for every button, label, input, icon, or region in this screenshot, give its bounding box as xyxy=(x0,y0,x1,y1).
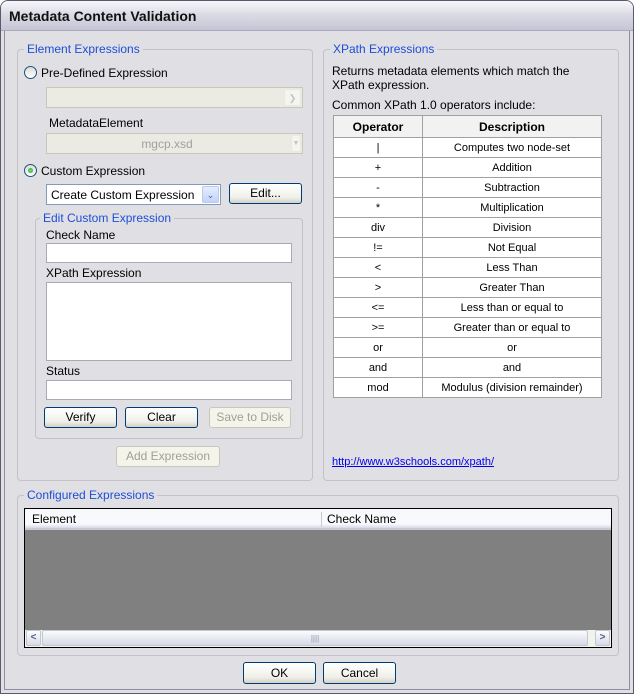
operators-intro: Common XPath 1.0 operators include: xyxy=(332,98,536,112)
operator-row: != Not Equal xyxy=(333,237,602,258)
description-cell: Division xyxy=(422,217,602,238)
metadata-element-label: MetadataElement xyxy=(49,116,144,130)
operator-row: > Greater Than xyxy=(333,277,602,298)
chevron-down-icon[interactable]: ❯ xyxy=(284,89,301,106)
description-cell: Not Equal xyxy=(422,237,602,258)
description-cell: Computes two node-set xyxy=(422,137,602,158)
w3schools-link[interactable]: http://www.w3schools.com/xpath/ xyxy=(332,456,494,468)
custom-expression-value: Create Custom Expression xyxy=(51,188,195,202)
check-name-label: Check Name xyxy=(46,228,116,242)
status-label: Status xyxy=(46,364,81,378)
operator-row: or or xyxy=(333,337,602,358)
description-cell: Greater than or equal to xyxy=(422,317,602,338)
operators-table: Operator Description | Computes two node-… xyxy=(333,115,602,398)
description-cell: Subtraction xyxy=(422,177,602,198)
operator-row: - Subtraction xyxy=(333,177,602,198)
scroll-right-button[interactable]: > xyxy=(595,630,610,646)
edit-custom-expression-label: Edit Custom Expression xyxy=(40,211,175,225)
xpath-expressions-label: XPath Expressions xyxy=(330,42,438,56)
operator-row: <= Less than or equal to xyxy=(333,297,602,318)
description-cell: or xyxy=(422,337,602,358)
description-cell: Modulus (division remainder) xyxy=(422,377,602,398)
description-cell: and xyxy=(422,357,602,378)
custom-expression-combo[interactable]: Create Custom Expression ⌄ xyxy=(46,184,221,205)
scrollbar-thumb[interactable]: |||| xyxy=(42,630,588,646)
list-header: Element Check Name xyxy=(25,509,611,530)
element-expressions-label: Element Expressions xyxy=(24,42,143,56)
operator-cell: mod xyxy=(333,377,423,398)
operator-cell: >= xyxy=(333,317,423,338)
ok-button[interactable]: OK xyxy=(243,662,316,684)
operator-row: div Division xyxy=(333,217,602,238)
grip-icon: |||| xyxy=(310,634,320,643)
operator-row: < Less Than xyxy=(333,257,602,278)
configured-expressions-label: Configured Expressions xyxy=(24,488,158,502)
operator-cell: > xyxy=(333,277,423,298)
column-separator[interactable] xyxy=(321,512,322,527)
column-header-description: Description xyxy=(422,115,602,138)
save-to-disk-button[interactable]: Save to Disk xyxy=(209,407,291,428)
operator-row: + Addition xyxy=(333,157,602,178)
description-cell: Less than or equal to xyxy=(422,297,602,318)
xpath-expression-label: XPath Expression xyxy=(46,266,142,280)
status-input[interactable] xyxy=(46,380,292,400)
metadata-element-combo[interactable]: mgcp.xsd ▼ xyxy=(46,133,303,154)
xpath-expression-input[interactable] xyxy=(46,282,292,361)
xpath-description: Returns metadata elements which match th… xyxy=(332,64,570,92)
operator-cell: < xyxy=(333,257,423,278)
custom-expression-label[interactable]: Custom Expression xyxy=(41,164,145,178)
operator-cell: - xyxy=(333,177,423,198)
operator-row: * Multiplication xyxy=(333,197,602,218)
window-title: Metadata Content Validation xyxy=(9,8,197,24)
operator-row: mod Modulus (division remainder) xyxy=(333,377,602,398)
operator-row: | Computes two node-set xyxy=(333,137,602,158)
predefined-expression-label[interactable]: Pre-Defined Expression xyxy=(41,66,168,80)
add-expression-button[interactable]: Add Expression xyxy=(116,446,220,467)
scroll-left-button[interactable]: < xyxy=(26,630,41,646)
column-header-element[interactable]: Element xyxy=(32,512,76,526)
clear-button[interactable]: Clear xyxy=(125,407,198,428)
check-name-input[interactable] xyxy=(46,243,292,263)
operator-cell: or xyxy=(333,337,423,358)
horizontal-scrollbar[interactable]: < |||| > xyxy=(25,630,611,647)
operator-row: and and xyxy=(333,357,602,378)
operator-cell: | xyxy=(333,137,423,158)
column-header-operator: Operator xyxy=(333,115,423,138)
chevron-down-icon[interactable]: ▼ xyxy=(291,135,301,152)
dialog-window: Metadata Content Validation Element Expr… xyxy=(0,0,634,694)
operator-cell: div xyxy=(333,217,423,238)
operator-cell: <= xyxy=(333,297,423,318)
chevron-right-icon: > xyxy=(599,632,606,643)
operator-cell: * xyxy=(333,197,423,218)
cancel-button[interactable]: Cancel xyxy=(323,662,396,684)
operator-row: >= Greater than or equal to xyxy=(333,317,602,338)
chevron-left-icon: < xyxy=(30,632,37,643)
operators-table-header: Operator Description xyxy=(333,115,602,138)
description-cell: Addition xyxy=(422,157,602,178)
description-cell: Multiplication xyxy=(422,197,602,218)
operator-cell: + xyxy=(333,157,423,178)
chevron-down-icon[interactable]: ⌄ xyxy=(202,186,219,203)
metadata-element-value: mgcp.xsd xyxy=(141,137,193,151)
predefined-expression-combo[interactable]: ❯ xyxy=(46,87,303,108)
verify-button[interactable]: Verify xyxy=(44,407,117,428)
edit-button[interactable]: Edit... xyxy=(229,183,302,204)
description-cell: Less Than xyxy=(422,257,602,278)
operator-cell: and xyxy=(333,357,423,378)
column-header-check-name[interactable]: Check Name xyxy=(327,512,396,526)
operator-cell: != xyxy=(333,237,423,258)
configured-expressions-list[interactable]: Element Check Name < |||| > xyxy=(24,508,612,648)
description-cell: Greater Than xyxy=(422,277,602,298)
title-bar[interactable]: Metadata Content Validation xyxy=(1,1,633,31)
custom-expression-radio[interactable] xyxy=(24,164,37,177)
predefined-expression-radio[interactable] xyxy=(24,66,37,79)
